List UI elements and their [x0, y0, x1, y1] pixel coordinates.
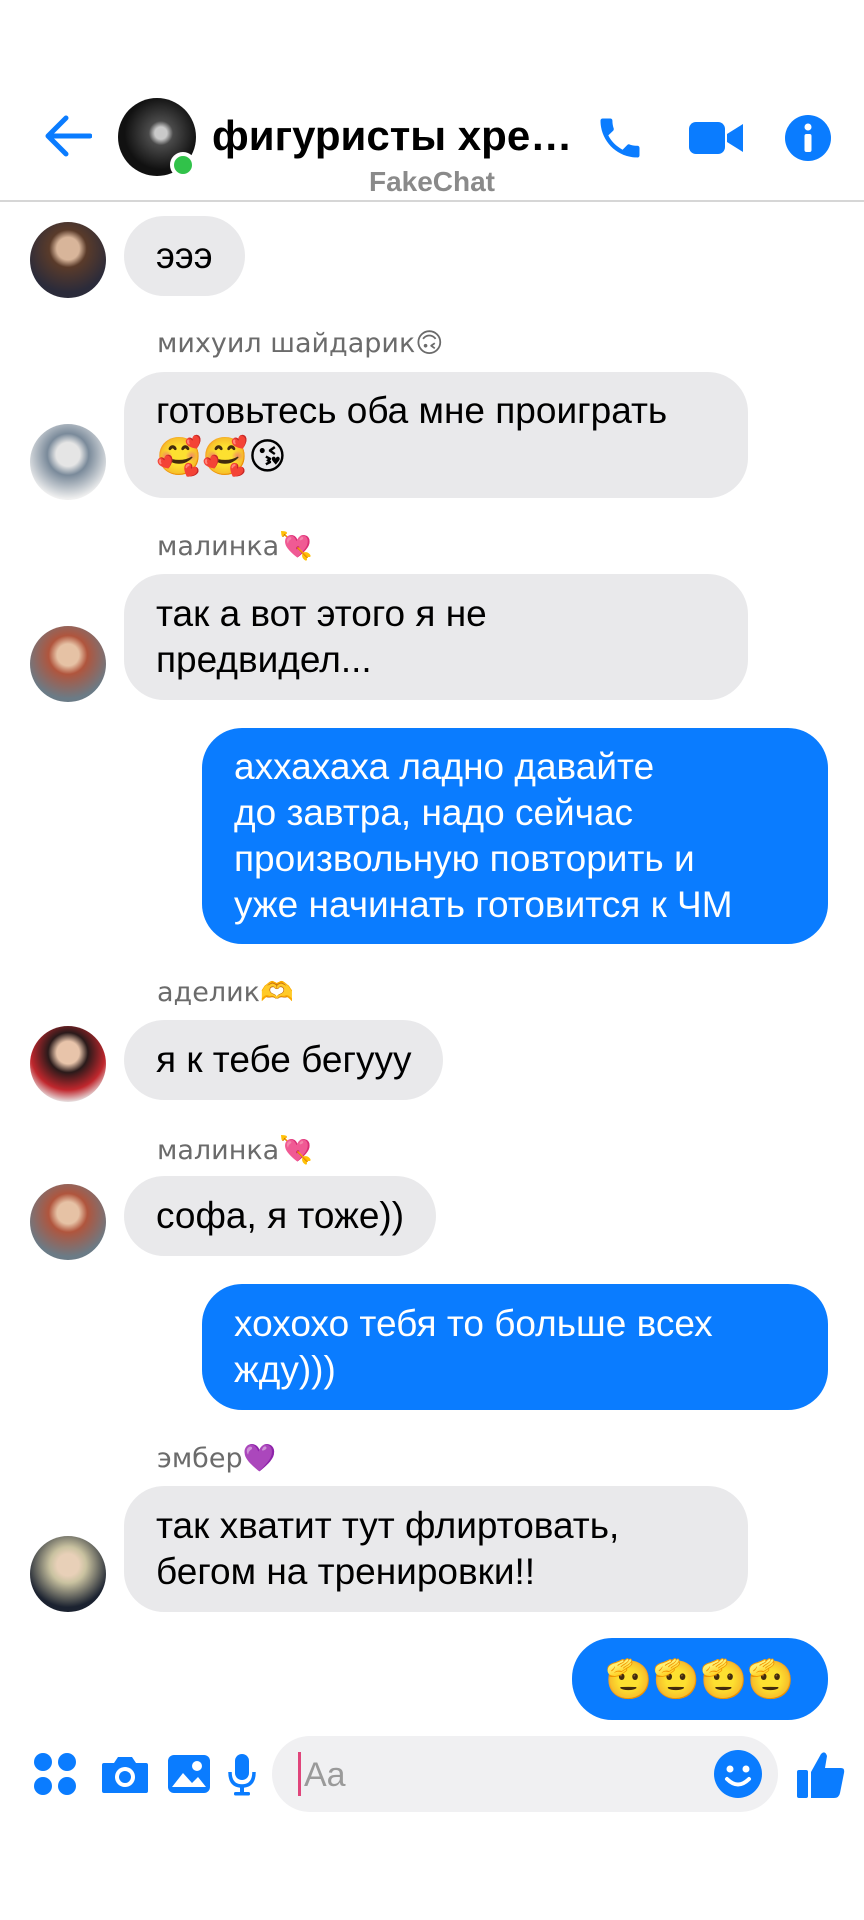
like-button[interactable]	[794, 1744, 848, 1804]
sender-avatar[interactable]	[30, 1536, 106, 1612]
message-text-line: произвольную повторить и	[234, 838, 695, 879]
apps-button[interactable]	[30, 1744, 80, 1804]
gallery-button[interactable]	[162, 1744, 216, 1804]
message-text-line: аххахаха ладно давайте	[234, 746, 655, 787]
sender-avatar[interactable]	[30, 1026, 106, 1102]
message-text-line: так хватит тут флиртовать,	[156, 1505, 620, 1546]
sender-name: михуил шайдарик🙃	[157, 328, 444, 359]
sender-avatar[interactable]	[30, 1184, 106, 1260]
sender-name: эмбер💜	[157, 1443, 277, 1474]
microphone-icon	[228, 1754, 256, 1796]
message-text-line: предвидел...	[156, 639, 372, 680]
emoji-button[interactable]	[710, 1744, 766, 1804]
outgoing-message-bubble[interactable]: хохохо тебя то больше всех жду)))	[202, 1284, 828, 1410]
emoji-icon	[714, 1750, 762, 1798]
voice-message-button[interactable]	[224, 1744, 260, 1804]
message-text-line: так а вот этого я не	[156, 593, 487, 634]
info-icon	[785, 115, 831, 161]
message-text-line: уже начинать готовится к ЧМ	[234, 884, 733, 925]
message-input[interactable]	[272, 1736, 778, 1812]
back-arrow-icon	[45, 115, 92, 157]
voice-call-button[interactable]	[590, 108, 650, 168]
sender-name: малинка💘	[157, 531, 313, 562]
chat-title[interactable]: фигуристы хрено...	[212, 112, 582, 160]
sender-name: аделик🫶	[157, 977, 294, 1008]
message-text-line: хохохо тебя то больше всех	[234, 1303, 713, 1344]
message-text: готовьтесь оба мне проиграть 🥰🥰😘	[156, 390, 668, 477]
message-text-line: до завтра, надо сейчас	[234, 792, 634, 833]
text-cursor	[298, 1752, 301, 1796]
message-text: 🫡🫡🫡🫡	[605, 1657, 795, 1701]
apps-icon	[34, 1753, 76, 1795]
incoming-message-bubble[interactable]: софа, я тоже))	[124, 1176, 437, 1256]
message-text: я к тебе бегууу	[156, 1039, 412, 1080]
message-input-placeholder: Aa	[304, 1756, 346, 1794]
message-text: софа, я тоже))	[156, 1195, 405, 1236]
phone-icon	[600, 118, 640, 158]
camera-icon	[102, 1757, 148, 1793]
chat-info-button[interactable]	[778, 108, 838, 168]
incoming-message-bubble[interactable]: так а вот этого я не предвидел...	[124, 574, 748, 700]
incoming-message-bubble[interactable]: так хватит тут флиртовать, бегом на трен…	[124, 1486, 748, 1612]
sender-avatar[interactable]	[30, 424, 106, 500]
sender-name: малинка💘	[157, 1135, 313, 1166]
incoming-message-bubble[interactable]: готовьтесь оба мне проиграть 🥰🥰😘	[124, 372, 748, 498]
outgoing-message-bubble[interactable]: аххахаха ладно давайте до завтра, надо с…	[202, 728, 828, 944]
video-call-button[interactable]	[680, 108, 752, 168]
message-text-line: жду)))	[234, 1349, 336, 1390]
incoming-message-bubble[interactable]: я к тебе бегууу	[124, 1020, 444, 1100]
video-camera-icon	[689, 122, 743, 154]
incoming-message-bubble[interactable]: эээ	[124, 216, 245, 296]
back-button[interactable]	[40, 108, 96, 164]
camera-button[interactable]	[98, 1744, 152, 1804]
sender-avatar[interactable]	[30, 626, 106, 702]
thumbs-up-icon	[797, 1752, 845, 1798]
gallery-icon	[168, 1755, 210, 1793]
chat-header: фигуристы хрено... FakeChat	[0, 0, 864, 202]
outgoing-message-bubble[interactable]: 🫡🫡🫡🫡	[572, 1638, 828, 1720]
sender-avatar[interactable]	[30, 222, 106, 298]
message-text: эээ	[156, 235, 213, 276]
watermark-label: FakeChat	[368, 166, 496, 197]
message-text-line: бегом на тренировки!!	[156, 1551, 536, 1592]
